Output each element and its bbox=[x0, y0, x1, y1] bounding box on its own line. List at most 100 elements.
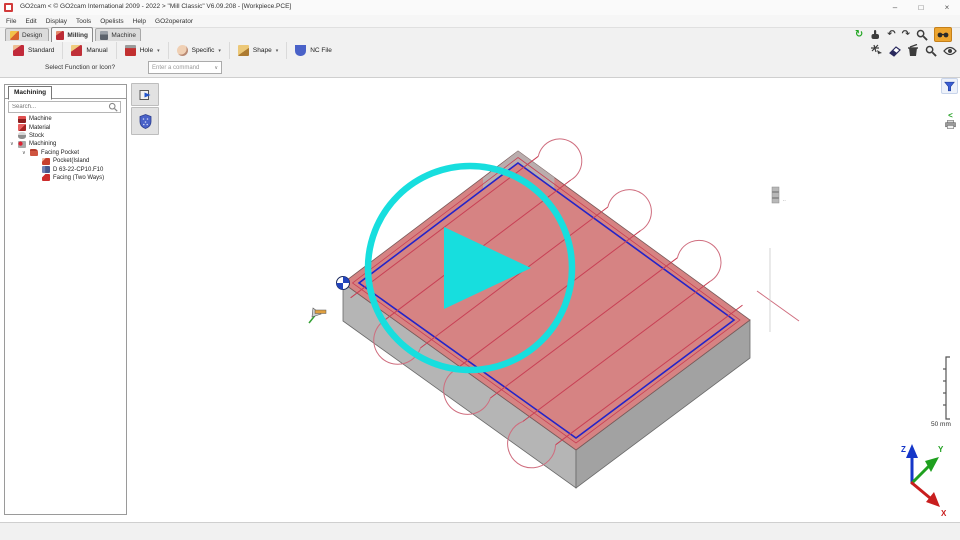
shield-icon bbox=[295, 45, 307, 56]
go2operator-glasses-button[interactable] bbox=[934, 27, 952, 42]
expand-arrow-icon[interactable]: ∨ bbox=[10, 141, 14, 147]
tab-design[interactable]: Design bbox=[5, 28, 49, 41]
tree-item-label: Facing Pocket bbox=[41, 149, 80, 156]
hole-button[interactable]: Hole ▾ bbox=[115, 42, 168, 59]
menu-go2operator[interactable]: GO2operator bbox=[155, 18, 193, 25]
button-label: Manual bbox=[86, 47, 108, 54]
maximize-button[interactable]: □ bbox=[912, 2, 930, 13]
go2cam-window: { "window": { "title": "GO2cam < © GO2ca… bbox=[0, 0, 960, 540]
milling-tool-glyph: .. bbox=[771, 186, 786, 204]
chevron-down-icon[interactable]: ▾ bbox=[157, 48, 160, 54]
tab-milling[interactable]: Milling bbox=[51, 27, 93, 42]
button-label: NC File bbox=[310, 47, 332, 54]
hole-icon bbox=[124, 45, 136, 56]
printer-icon bbox=[945, 119, 956, 129]
undo-icon[interactable]: ↶ bbox=[887, 29, 895, 40]
minimize-button[interactable]: – bbox=[886, 2, 904, 13]
tree-item-label: Material bbox=[29, 124, 51, 131]
button-label: Shape bbox=[252, 47, 272, 54]
tree-item-tool[interactable]: D 63-22-CP10.F10 bbox=[5, 165, 126, 174]
zoom-icon[interactable] bbox=[916, 29, 928, 41]
svg-text:Y: Y bbox=[938, 445, 944, 454]
standard-button[interactable]: Standard bbox=[5, 42, 62, 59]
material-icon bbox=[18, 124, 26, 132]
tree-item-machine[interactable]: Machine bbox=[5, 115, 126, 123]
delete-bucket-icon[interactable] bbox=[907, 44, 919, 57]
button-label: Specific bbox=[191, 47, 215, 54]
eraser-icon[interactable] bbox=[889, 45, 901, 57]
redo-icon[interactable]: ↷ bbox=[902, 29, 910, 40]
facing-operation-icon bbox=[42, 174, 50, 182]
title-bar: GO2cam < © GO2cam International 2009 - 2… bbox=[0, 0, 960, 16]
glasses-icon bbox=[937, 32, 949, 37]
simulation-button[interactable] bbox=[131, 83, 159, 106]
tool-icon bbox=[42, 166, 50, 174]
manual-button[interactable]: Manual bbox=[62, 42, 115, 59]
tree-item-label: Pocket(Island bbox=[53, 158, 90, 165]
machine-icon bbox=[100, 30, 109, 40]
command-placeholder: Enter a command bbox=[152, 64, 200, 71]
tree-item-label: Machine bbox=[29, 116, 52, 123]
menu-display[interactable]: Display bbox=[46, 18, 67, 25]
selection-burst-icon[interactable] bbox=[870, 44, 883, 57]
menu-help[interactable]: Help bbox=[133, 18, 146, 25]
datum-icon bbox=[308, 307, 327, 324]
axis-triad: Z Y X bbox=[901, 444, 947, 518]
standard-icon bbox=[13, 45, 24, 56]
search-icon bbox=[108, 102, 118, 112]
chevron-down-icon: ∨ bbox=[214, 64, 218, 71]
manual-icon bbox=[71, 45, 83, 56]
command-combobox[interactable]: Enter a command ∨ bbox=[148, 61, 222, 74]
window-title: GO2cam < © GO2cam International 2009 - 2… bbox=[20, 3, 292, 10]
tab-label: Machine bbox=[111, 31, 136, 39]
zoom-window-icon[interactable] bbox=[925, 45, 937, 57]
shape-icon bbox=[237, 45, 249, 56]
function-prompt: Select Function or Icon? bbox=[45, 64, 116, 71]
machining-tree: Machine Material Stock ∨ Machining ∨ Fac… bbox=[5, 115, 126, 182]
pocket-icon bbox=[42, 157, 50, 165]
tab-machining-panel[interactable]: Machining bbox=[8, 86, 53, 100]
visibility-eye-icon[interactable] bbox=[943, 46, 957, 56]
verification-button[interactable] bbox=[131, 107, 159, 135]
play-window-icon bbox=[139, 89, 150, 100]
expand-arrow-icon[interactable]: ∨ bbox=[22, 150, 26, 156]
chevron-down-icon[interactable]: ▾ bbox=[276, 48, 279, 54]
tree-item-facing-pocket[interactable]: ∨ Facing Pocket bbox=[5, 149, 126, 157]
specific-button[interactable]: Specific ▾ bbox=[167, 42, 229, 59]
tree-item-label: Machining bbox=[29, 141, 57, 148]
tree-item-facing-two-ways[interactable]: Facing (Two Ways) bbox=[5, 174, 126, 182]
search-input[interactable] bbox=[9, 104, 108, 110]
close-button[interactable]: × bbox=[938, 2, 956, 13]
menu-edit[interactable]: Edit bbox=[25, 18, 36, 25]
menu-bar: File Edit Display Tools Opelists Help GO… bbox=[0, 15, 960, 28]
tab-label: Milling bbox=[67, 31, 88, 39]
tree-item-machining[interactable]: ∨ Machining bbox=[5, 140, 126, 148]
svg-text:X: X bbox=[941, 509, 947, 518]
viewport-3d[interactable]: .. 50 mm Z Y X bbox=[0, 0, 960, 540]
app-icon bbox=[4, 3, 13, 12]
chevron-down-icon[interactable]: ▾ bbox=[218, 48, 221, 54]
operation-folder-icon bbox=[30, 149, 38, 157]
shape-button[interactable]: Shape ▾ bbox=[228, 42, 286, 59]
machining-panel: Machining Machine Material Stock ∨ Machi… bbox=[4, 84, 127, 515]
menu-tools[interactable]: Tools bbox=[76, 18, 91, 25]
filter-button[interactable] bbox=[941, 78, 958, 94]
machining-icon bbox=[18, 140, 26, 148]
tree-item-pocket-island[interactable]: Pocket(Island bbox=[5, 157, 126, 165]
tree-item-stock[interactable]: Stock bbox=[5, 132, 126, 140]
tree-item-label: Facing (Two Ways) bbox=[53, 174, 105, 181]
collapse-panel-button[interactable]: < bbox=[944, 109, 957, 131]
search-box bbox=[8, 101, 121, 113]
refresh-icon[interactable]: ↻ bbox=[855, 29, 863, 40]
menu-opelists[interactable]: Opelists bbox=[100, 18, 123, 25]
tree-item-material[interactable]: Material bbox=[5, 123, 126, 132]
nc-file-button[interactable]: NC File bbox=[286, 42, 340, 59]
button-label: Standard bbox=[28, 47, 55, 54]
tab-machine[interactable]: Machine bbox=[95, 28, 141, 41]
status-bar: X =185.593 Y =312.646 #1 : REFERENCE ∨ ∨… bbox=[0, 522, 960, 540]
specific-icon bbox=[176, 45, 188, 56]
hand-pointer-icon[interactable] bbox=[869, 29, 881, 41]
menu-file[interactable]: File bbox=[6, 18, 16, 25]
shield-icon bbox=[139, 113, 151, 129]
tree-item-label: Stock bbox=[29, 132, 45, 139]
